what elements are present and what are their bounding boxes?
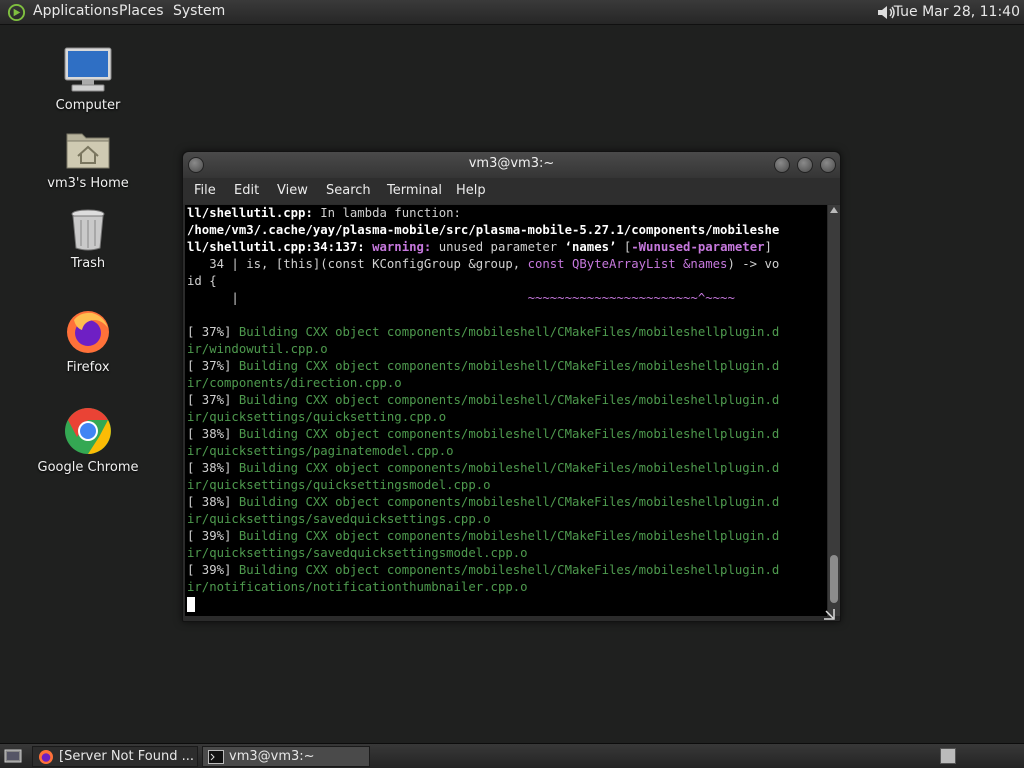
build-line: Building CXX object components/mobileshe… (231, 563, 780, 577)
build-percent: [ 37%] (187, 325, 232, 339)
trash-icon (71, 209, 105, 251)
menu-view[interactable]: View (277, 183, 308, 198)
menu-file[interactable]: File (194, 183, 216, 198)
desktop-icon-chrome[interactable]: Google Chrome (33, 406, 143, 475)
build-line: Building CXX object components/mobileshe… (231, 393, 780, 407)
window-titlebar[interactable]: vm3@vm3:~ (183, 152, 840, 178)
show-desktop-icon[interactable] (4, 748, 22, 764)
places-menu[interactable]: Places (119, 3, 164, 19)
terminal-text: ] (764, 240, 772, 254)
terminal-cursor (187, 597, 195, 612)
build-line: Building CXX object components/mobileshe… (231, 325, 780, 339)
terminal-window[interactable]: vm3@vm3:~ File Edit View Search Terminal… (182, 151, 841, 622)
desktop-icon-label: vm3's Home (47, 176, 129, 191)
firefox-icon (67, 311, 109, 353)
minimize-button[interactable] (774, 157, 790, 173)
terminal-text: 34 | is, [this](const KConfigGroup &grou… (187, 257, 528, 271)
build-percent: [ 38%] (187, 461, 232, 475)
terminal-text: unused parameter (431, 240, 565, 254)
applications-menu[interactable]: Applications (33, 3, 119, 19)
workspace-switcher[interactable] (940, 748, 956, 764)
menu-terminal[interactable]: Terminal (387, 183, 442, 198)
taskbar-item-terminal[interactable]: vm3@vm3:~ (202, 746, 370, 767)
terminal-menubar: File Edit View Search Terminal Help (183, 178, 840, 204)
window-title: vm3@vm3:~ (468, 156, 555, 171)
distro-logo-icon[interactable] (7, 3, 26, 22)
terminal-text: In lambda function: (312, 206, 461, 220)
desktop-icon-trash[interactable]: Trash (33, 208, 143, 271)
build-line: Building CXX object components/mobileshe… (231, 461, 780, 475)
build-percent: [ 37%] (187, 359, 232, 373)
firefox-icon (39, 750, 53, 764)
taskbar-label: vm3@vm3:~ (229, 749, 315, 764)
menu-edit[interactable]: Edit (234, 183, 259, 198)
desktop-icon-label: Firefox (66, 360, 110, 375)
build-percent: [ 38%] (187, 495, 232, 509)
terminal-text: | (187, 291, 528, 305)
scrollbar-thumb[interactable] (830, 555, 838, 603)
menu-help[interactable]: Help (456, 183, 486, 198)
build-percent: [ 37%] (187, 393, 232, 407)
terminal-output[interactable]: ll/shellutil.cpp: In lambda function: /h… (185, 205, 827, 616)
chrome-icon (65, 408, 111, 454)
build-line-cont: ir/quicksettings/savedquicksettings.cpp.… (187, 512, 491, 526)
build-line-cont: ir/windowutil.cpp.o (187, 342, 328, 356)
warning-flag: -Wunused-parameter (631, 240, 765, 254)
close-button[interactable] (820, 157, 836, 173)
desktop-icon-label: Computer (55, 98, 121, 113)
build-line: Building CXX object components/mobileshe… (231, 529, 780, 543)
build-line-cont: ir/quicksettings/savedquicksettingsmodel… (187, 546, 528, 560)
taskbar-label: [Server Not Found ... (59, 749, 194, 764)
computer-icon (64, 47, 112, 92)
menu-search[interactable]: Search (326, 183, 371, 198)
build-percent: [ 39%] (187, 563, 232, 577)
terminal-text: /home/vm3/.cache/yay/plasma-mobile/src/p… (187, 223, 780, 237)
maximize-button[interactable] (797, 157, 813, 173)
taskbar-item-firefox[interactable]: [Server Not Found ... (32, 746, 198, 767)
build-line-cont: ir/quicksettings/quicksetting.cpp.o (187, 410, 447, 424)
build-line-cont: ir/quicksettings/quicksettingsmodel.cpp.… (187, 478, 491, 492)
home-folder-icon (66, 133, 110, 169)
clock[interactable]: Tue Mar 28, 11:40 (894, 4, 1020, 20)
top-panel: Applications Places System Tue Mar 28, 1… (0, 0, 1024, 25)
desktop-icon-label: Google Chrome (37, 460, 139, 475)
terminal-highlight: const QByteArrayList &names (527, 257, 728, 271)
build-line: Building CXX object components/mobileshe… (231, 359, 780, 373)
system-menu[interactable]: System (173, 3, 225, 19)
terminal-icon (208, 750, 224, 764)
bottom-panel: [Server Not Found ... vm3@vm3:~ (0, 743, 1024, 768)
warning-label: warning: (364, 240, 432, 254)
desktop-icon-computer[interactable]: Computer (33, 46, 143, 113)
build-percent: [ 38%] (187, 427, 232, 441)
desktop-icon-home[interactable]: vm3's Home (33, 128, 143, 191)
terminal-caret-marker: ~~~~~~~~~~~~~~~~~~~~~~~^~~~~ (527, 291, 735, 305)
terminal-text: ‘names’ (564, 240, 617, 254)
terminal-text: ll/shellutil.cpp: (187, 206, 313, 220)
build-percent: [ 39%] (187, 529, 232, 543)
resize-grip-icon[interactable] (822, 607, 836, 621)
build-line: Building CXX object components/mobileshe… (231, 495, 780, 509)
build-line-cont: ir/quicksettings/paginatemodel.cpp.o (187, 444, 454, 458)
terminal-text: ll/shellutil.cpp:34:137: (187, 240, 365, 254)
build-line-cont: ir/notifications/notificationthumbnailer… (187, 580, 528, 594)
terminal-text: ) -> vo (727, 257, 780, 271)
desktop-icon-label: Trash (70, 256, 106, 271)
build-line-cont: ir/components/direction.cpp.o (187, 376, 402, 390)
terminal-scrollbar[interactable] (828, 205, 840, 616)
build-line: Building CXX object components/mobileshe… (231, 427, 780, 441)
desktop-icon-firefox[interactable]: Firefox (33, 308, 143, 375)
terminal-text: [ (616, 240, 632, 254)
scroll-up-arrow-icon[interactable] (830, 207, 838, 213)
terminal-text: id { (187, 274, 217, 288)
